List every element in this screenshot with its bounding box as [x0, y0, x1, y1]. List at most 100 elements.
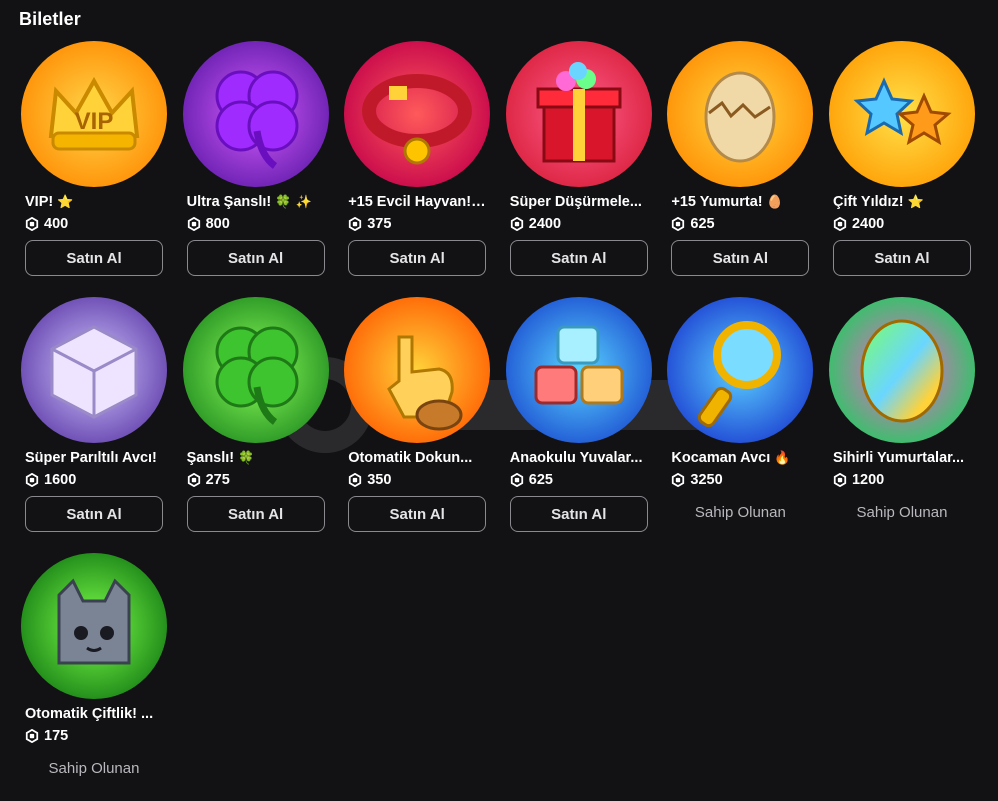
buy-button[interactable]: Satın Al: [671, 240, 810, 276]
pass-name[interactable]: Sihirli Yumurtalar...: [833, 450, 971, 466]
pass-name-text[interactable]: +15 Yumurta!: [671, 194, 766, 210]
buy-button[interactable]: Satın Al: [509, 496, 648, 532]
buy-button[interactable]: Satın Al: [348, 240, 487, 276]
robux-icon: [187, 217, 200, 231]
pass-emoji: ⭐: [907, 195, 924, 210]
pass-emoji: 🍀: [238, 451, 255, 466]
pass-price: 275: [187, 472, 230, 488]
pass-card[interactable]: Kocaman Avcı 🔥 3250 Sahip Olunan: [665, 296, 814, 552]
pass-emoji: 🍀 ✨: [275, 195, 312, 210]
pass-thumbnail[interactable]: VIP: [21, 41, 167, 187]
magnifier-icon: [667, 297, 814, 443]
price-value: 1200: [851, 472, 885, 488]
pass-card[interactable]: +15 Evcil Hayvan! ... 375 Satın Al: [342, 40, 491, 296]
pass-card[interactable]: Sihirli Yumurtalar... 1200 Sahip Olunan: [827, 296, 975, 552]
pass-card[interactable]: Süper Düşürmele... 2400 Satın Al: [504, 40, 652, 296]
pass-thumbnail[interactable]: [21, 553, 167, 699]
price-value: 625: [690, 216, 715, 232]
pass-name[interactable]: Kocaman Avcı 🔥: [671, 450, 809, 466]
pass-price: 800: [187, 216, 230, 232]
pass-name-text[interactable]: Sihirli Yumurtalar...: [833, 450, 964, 466]
pass-card[interactable]: Şanslı! 🍀 275 Satın Al: [181, 296, 329, 552]
price-value: 3250: [690, 472, 723, 488]
pass-name-text[interactable]: Otomatik Dokun...: [348, 450, 472, 466]
pass-name[interactable]: +15 Evcil Hayvan! ...: [348, 194, 486, 210]
pass-name-text[interactable]: Çift Yıldız!: [833, 194, 908, 210]
pass-thumbnail[interactable]: [344, 297, 491, 443]
pass-price: 1600: [25, 472, 76, 488]
buy-button[interactable]: Satın Al: [348, 496, 487, 532]
svg-text:VIP: VIP: [75, 108, 114, 135]
pass-thumbnail[interactable]: [344, 41, 491, 187]
pass-name[interactable]: VIP! ⭐: [25, 194, 163, 210]
tap-hand-icon: [344, 297, 491, 443]
passes-grid: VIP VIP! ⭐ 400 Satın Al Ultra Şanslı! 🍀 …: [19, 40, 975, 801]
owned-status: Sahip Olunan: [856, 504, 948, 521]
green-clover-icon: [182, 297, 329, 443]
pass-name-text[interactable]: Otomatik Çiftlik! ...: [25, 706, 153, 722]
pass-card[interactable]: Çift Yıldız! ⭐ 2400 Satın Al: [827, 40, 975, 296]
pass-name[interactable]: Otomatik Dokun...: [348, 450, 486, 466]
buy-button[interactable]: Satın Al: [25, 240, 163, 276]
price-value: 800: [205, 216, 230, 232]
pass-price: 625: [671, 216, 715, 232]
buy-button[interactable]: Satın Al: [832, 240, 971, 276]
owned-status: Sahip Olunan: [694, 504, 786, 521]
price-value: 375: [367, 216, 392, 232]
pass-name[interactable]: Anaokulu Yuvalar...: [510, 450, 648, 466]
pass-name-text[interactable]: Kocaman Avcı: [671, 450, 774, 466]
pass-thumbnail[interactable]: [21, 297, 167, 443]
pass-thumbnail[interactable]: [505, 41, 652, 187]
buy-button[interactable]: Satın Al: [25, 496, 163, 532]
double-star-icon: [828, 41, 975, 187]
pass-card[interactable]: Süper Parıltılı Avcı! 1600 Satın Al: [19, 296, 167, 552]
price-value: 350: [367, 472, 392, 488]
pass-name[interactable]: Çift Yıldız! ⭐: [833, 194, 971, 210]
pass-price: 2400: [510, 216, 561, 232]
buy-button[interactable]: Satın Al: [186, 496, 325, 532]
pass-emoji: ⭐: [57, 195, 74, 210]
buy-button[interactable]: Satın Al: [509, 240, 648, 276]
pass-name-text[interactable]: Anaokulu Yuvalar...: [510, 450, 643, 466]
price-value: 275: [205, 472, 230, 488]
robux-icon: [833, 217, 847, 231]
pass-thumbnail[interactable]: [667, 41, 814, 187]
pass-name[interactable]: Ultra Şanslı! 🍀 ✨: [187, 194, 325, 210]
pass-name-text[interactable]: VIP!: [25, 194, 57, 210]
price-value: 2400: [851, 216, 885, 232]
pass-name-text[interactable]: Ultra Şanslı!: [187, 194, 276, 210]
pass-thumbnail[interactable]: [182, 297, 329, 443]
pass-thumbnail[interactable]: [828, 41, 975, 187]
pass-name-text[interactable]: +15 Evcil Hayvan! ...: [348, 194, 486, 210]
pass-thumbnail[interactable]: [828, 297, 975, 443]
gift-box-icon: [505, 41, 652, 187]
pass-name-text[interactable]: Süper Düşürmele...: [510, 194, 642, 210]
pass-card[interactable]: +15 Yumurta! 🥚 625 Satın Al: [665, 40, 814, 296]
pass-card[interactable]: Otomatik Çiftlik! ... 175 Sahip Olunan: [19, 552, 167, 801]
pass-price: 2400: [833, 216, 884, 232]
pass-card[interactable]: Ultra Şanslı! 🍀 ✨ 800 Satın Al: [181, 40, 329, 296]
pass-card[interactable]: Anaokulu Yuvalar... 625 Satın Al: [504, 296, 652, 552]
pass-name-text[interactable]: Süper Parıltılı Avcı!: [25, 450, 157, 466]
buy-button[interactable]: Satın Al: [186, 240, 325, 276]
pass-card[interactable]: VIP VIP! ⭐ 400 Satın Al: [19, 40, 167, 296]
vip-crown-icon: VIP: [21, 41, 167, 187]
pass-name[interactable]: Otomatik Çiftlik! ...: [25, 706, 163, 722]
pass-thumbnail[interactable]: [182, 41, 329, 187]
price-value: 625: [528, 472, 553, 488]
price-value: 175: [44, 728, 69, 744]
pass-name[interactable]: Süper Parıltılı Avcı!: [25, 450, 163, 466]
pass-price: 1200: [833, 472, 884, 488]
pass-name-text[interactable]: Şanslı!: [187, 450, 239, 466]
pass-price: 375: [348, 216, 391, 232]
pass-card[interactable]: Otomatik Dokun... 350 Satın Al: [342, 296, 491, 552]
pass-thumbnail[interactable]: [667, 297, 814, 443]
pass-emoji: 🥚: [766, 195, 783, 210]
pass-name[interactable]: +15 Yumurta! 🥚: [671, 194, 809, 210]
pass-thumbnail[interactable]: [505, 297, 652, 443]
pass-name[interactable]: Şanslı! 🍀: [187, 450, 325, 466]
owned-status: Sahip Olunan: [48, 760, 140, 777]
pass-name[interactable]: Süper Düşürmele...: [510, 194, 648, 210]
page-title: Biletler: [19, 9, 81, 29]
robux-icon: [25, 217, 39, 231]
